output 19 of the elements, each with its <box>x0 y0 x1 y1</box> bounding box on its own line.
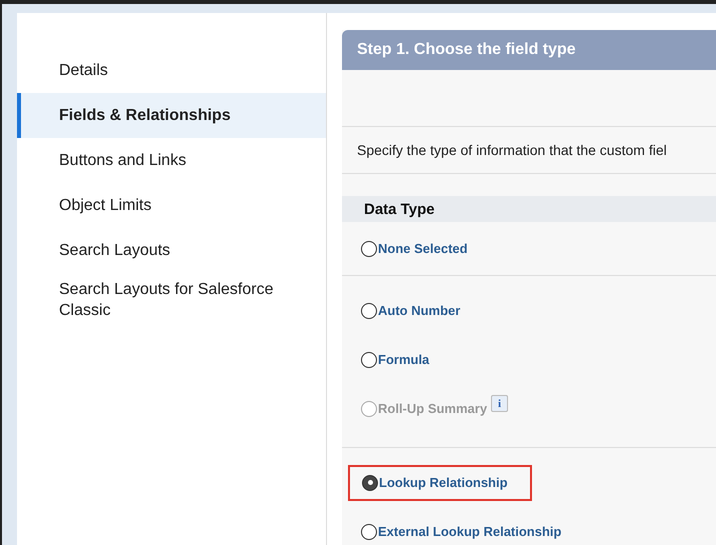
section-header: Data Type <box>342 196 716 222</box>
sidebar-item[interactable]: Object Limits <box>17 183 326 228</box>
sidebar-item[interactable]: Details <box>17 48 326 93</box>
option-label[interactable]: External Lookup Relationship <box>378 524 562 539</box>
radio-button[interactable] <box>362 474 378 490</box>
panel-title: Step 1. Choose the field type <box>342 30 716 70</box>
sidebar-item[interactable]: Search Layouts <box>17 228 326 273</box>
option-label[interactable]: Lookup Relationship <box>379 475 508 490</box>
option-label[interactable]: Auto Number <box>378 303 460 318</box>
option-label[interactable]: None Selected <box>378 241 468 256</box>
sidebar-item[interactable]: Search Layouts for Salesforce Classic <box>17 273 326 327</box>
radio-button[interactable] <box>361 302 377 318</box>
sidebar-item[interactable]: Buttons and Links <box>17 138 326 183</box>
sidebar-item[interactable]: Fields & Relationships <box>17 93 326 138</box>
radio-button[interactable] <box>361 524 377 540</box>
radio-button[interactable] <box>361 240 377 256</box>
radio-button[interactable] <box>361 352 377 368</box>
description-text: Specify the type of information that the custom fiel <box>342 127 716 174</box>
option-label[interactable]: Formula <box>378 352 430 367</box>
